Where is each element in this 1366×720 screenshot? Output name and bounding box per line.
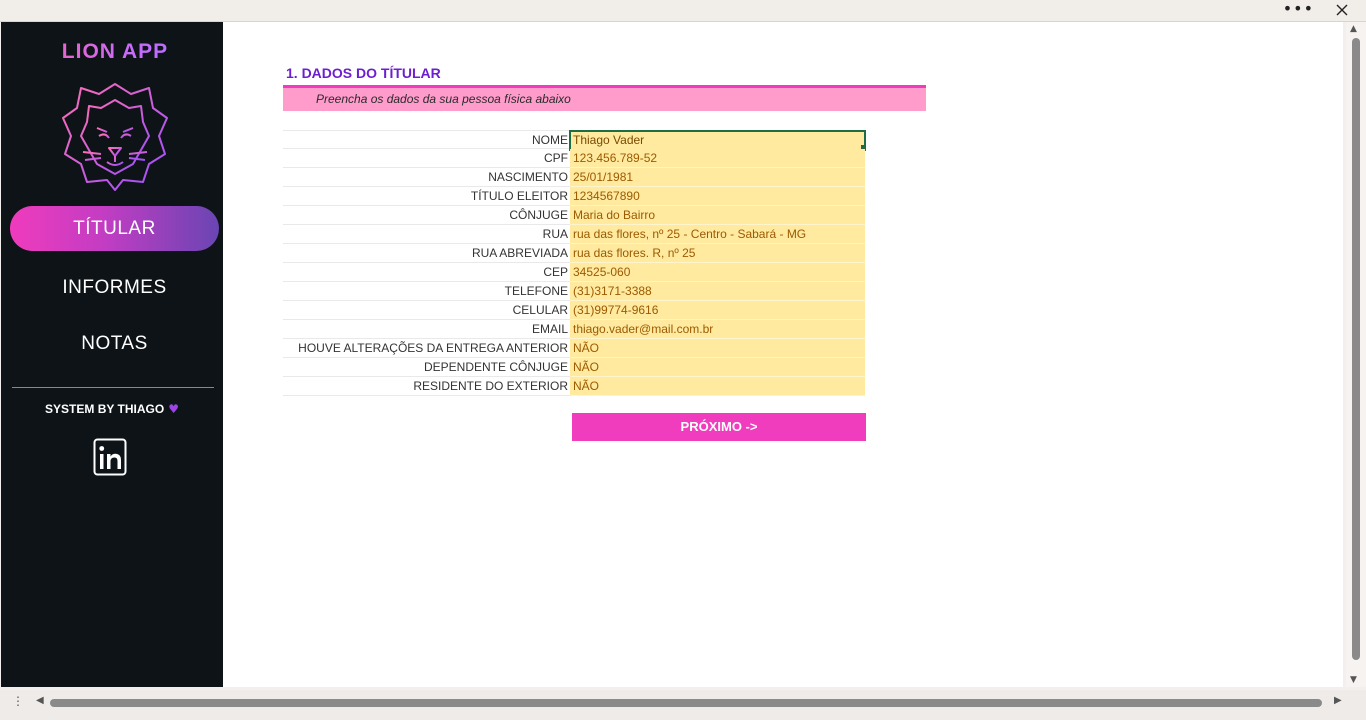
rua-abreviada-field[interactable]: rua das flores. R, nº 25 — [570, 244, 865, 263]
field-label: TELEFONE — [504, 284, 568, 298]
next-button[interactable]: PRÓXIMO -> — [572, 413, 866, 441]
field-label: RESIDENTE DO EXTERIOR — [413, 379, 568, 393]
close-icon[interactable] — [1334, 2, 1350, 18]
cpf-field[interactable]: 123.456.789-52 — [570, 149, 865, 168]
scroll-down-icon[interactable]: ▼ — [1350, 675, 1357, 685]
lion-logo-icon — [62, 83, 168, 191]
field-label: EMAIL — [531, 322, 568, 336]
titular-form: NOME Thiago Vader CPF 123.456.789-52 NAS… — [283, 130, 866, 396]
form-row-conjuge: CÔNJUGE Maria do Bairro — [283, 206, 865, 225]
horizontal-scrollbar[interactable]: ⋮ ◀ ▶ — [0, 690, 1366, 720]
more-options-icon[interactable]: ••• — [1283, 1, 1314, 17]
email-field[interactable]: thiago.vader@mail.com.br — [570, 320, 865, 339]
form-row-cpf: CPF 123.456.789-52 — [283, 149, 865, 168]
scroll-left-icon[interactable]: ◀ — [36, 695, 44, 706]
form-row-email: EMAIL thiago.vader@mail.com.br — [283, 320, 865, 339]
brand-title: LION APP — [1, 40, 229, 64]
form-row-celular: CELULAR (31)99774-9616 — [283, 301, 865, 320]
celular-field[interactable]: (31)99774-9616 — [570, 301, 865, 320]
field-label: CPF — [544, 151, 568, 165]
form-row-alteracoes: HOUVE ALTERAÇÕES DA ENTREGA ANTERIOR NÃO — [283, 339, 865, 358]
field-label: CEP — [543, 265, 568, 279]
form-row-rua-abreviada: RUA ABREVIADA rua das flores. R, nº 25 — [283, 244, 865, 263]
subtitle-text: Preencha os dados da sua pessoa física a… — [316, 92, 571, 106]
titulo-eleitor-field[interactable]: 1234567890 — [570, 187, 865, 206]
conjuge-field[interactable]: Maria do Bairro — [570, 206, 865, 225]
field-label: TÍTULO ELEITOR — [470, 189, 568, 203]
form-row-telefone: TELEFONE (31)3171-3388 — [283, 282, 865, 301]
section-title: 1. DADOS DO TÍTULAR — [286, 65, 441, 81]
signature-text: SYSTEM BY THIAGO ♥ — [1, 402, 223, 416]
form-row-titulo-eleitor: TÍTULO ELEITOR 1234567890 — [283, 187, 865, 206]
nav-item-titular[interactable]: TÍTULAR — [10, 206, 219, 251]
heart-icon: ♥ — [168, 402, 179, 416]
telefone-field[interactable]: (31)3171-3388 — [570, 282, 865, 301]
field-label: NOME — [532, 133, 568, 147]
vertical-scrollbar[interactable]: ▲ ▼ — [1346, 22, 1366, 687]
field-label: DEPENDENTE CÔNJUGE — [423, 360, 568, 374]
subtitle-bar: Preencha os dados da sua pessoa física a… — [283, 88, 926, 111]
rua-field[interactable]: rua das flores, nº 25 - Centro - Sabará … — [570, 225, 865, 244]
field-label: RUA — [542, 227, 568, 241]
cep-field[interactable]: 34525-060 — [570, 263, 865, 282]
field-label: NASCIMENTO — [488, 170, 568, 184]
linkedin-icon[interactable] — [93, 438, 127, 476]
residente-exterior-field[interactable]: NÃO — [570, 377, 865, 396]
scroll-up-icon[interactable]: ▲ — [1350, 24, 1357, 34]
form-row-nome: NOME Thiago Vader — [283, 130, 866, 151]
signature-label: SYSTEM BY THIAGO — [45, 402, 165, 416]
field-label: HOUVE ALTERAÇÕES DA ENTREGA ANTERIOR — [298, 341, 568, 355]
field-label: CELULAR — [512, 303, 568, 317]
form-row-dependente-conjuge: DEPENDENTE CÔNJUGE NÃO — [283, 358, 865, 377]
form-row-residente-exterior: RESIDENTE DO EXTERIOR NÃO — [283, 377, 865, 396]
nav-item-informes[interactable]: INFORMES — [10, 265, 219, 310]
dependente-conjuge-field[interactable]: NÃO — [570, 358, 865, 377]
form-row-cep: CEP 34525-060 — [283, 263, 865, 282]
window-title-bar: ••• — [0, 0, 1366, 22]
nascimento-field[interactable]: 25/01/1981 — [570, 168, 865, 187]
nav-item-notas[interactable]: NOTAS — [10, 321, 219, 366]
form-row-rua: RUA rua das flores, nº 25 - Centro - Sab… — [283, 225, 865, 244]
vertical-scroll-thumb[interactable] — [1352, 38, 1360, 660]
grip-icon[interactable]: ⋮ — [12, 694, 24, 708]
field-label: CÔNJUGE — [509, 208, 568, 222]
form-row-nascimento: NASCIMENTO 25/01/1981 — [283, 168, 865, 187]
main-sheet: 1. DADOS DO TÍTULAR Preencha os dados da… — [223, 22, 1343, 687]
sidebar-divider — [12, 387, 214, 388]
scroll-right-icon[interactable]: ▶ — [1334, 695, 1342, 706]
sidebar: LION APP TÍTULAR INFORMES NOTAS SYSTEM B… — [1, 22, 223, 687]
nome-field[interactable]: Thiago Vader — [569, 130, 866, 151]
horizontal-scroll-thumb[interactable] — [50, 699, 1322, 707]
alteracoes-field[interactable]: NÃO — [570, 339, 865, 358]
field-label: RUA ABREVIADA — [471, 246, 568, 260]
